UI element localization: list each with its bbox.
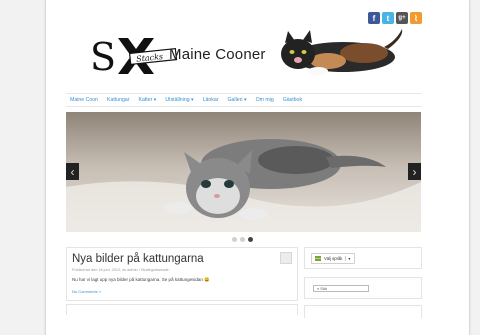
image-slider[interactable]: ‹ › bbox=[66, 112, 421, 232]
slider-kitten-image bbox=[66, 112, 421, 232]
nav-item-utstallning[interactable]: Utställning ▾ bbox=[165, 97, 193, 103]
language-select-label: Välj språk bbox=[324, 256, 343, 261]
rss-icon[interactable]: ⌇ bbox=[410, 12, 422, 24]
nav-item-om-mig[interactable]: Om mig bbox=[256, 97, 274, 103]
chevron-down-icon: ▾ bbox=[345, 256, 351, 261]
twitter-icon[interactable]: t bbox=[382, 12, 394, 24]
page: f t g+ ⌇ S Stacks Maine Cooner Maine Coo… bbox=[45, 0, 470, 335]
facebook-icon[interactable]: f bbox=[368, 12, 380, 24]
next-post-card bbox=[66, 304, 298, 315]
slider-dot-1[interactable] bbox=[232, 237, 237, 242]
language-widget: Välj språk ▾ bbox=[304, 247, 422, 269]
social-icons: f t g+ ⌇ bbox=[368, 12, 422, 24]
svg-text:Stacks: Stacks bbox=[136, 52, 164, 64]
nav-item-maine-coon[interactable]: Maine Coon bbox=[70, 97, 98, 103]
nav-item-lankar[interactable]: Länkar bbox=[203, 97, 219, 103]
post-body: Nu har vi lagt upp nya bilder på kattung… bbox=[72, 277, 210, 282]
main-nav: Maine Coon Kattungar Katter ▾ Utställnin… bbox=[66, 93, 421, 107]
slider-dot-2[interactable] bbox=[240, 237, 245, 242]
search-icon: ⌕ bbox=[317, 286, 320, 291]
post-card: Nya bilder på kattungarna Publicerad den… bbox=[66, 247, 298, 301]
slider-prev-button[interactable]: ‹ bbox=[66, 163, 79, 180]
flag-icon bbox=[315, 256, 321, 261]
slider-dots bbox=[232, 237, 253, 242]
search-input[interactable]: ⌕ Sök bbox=[313, 285, 369, 292]
post-meta: Publicerad den 18 juni, 2012, av admin i… bbox=[72, 268, 170, 272]
search-widget: ⌕ Sök bbox=[304, 277, 422, 299]
slider-dot-3[interactable] bbox=[248, 237, 253, 242]
nav-item-kattungar[interactable]: Kattungar bbox=[107, 97, 130, 103]
svg-text:S: S bbox=[90, 35, 116, 78]
site-title: Maine Cooner bbox=[169, 46, 266, 63]
language-select-button[interactable]: Välj språk ▾ bbox=[311, 253, 355, 264]
slider-next-button[interactable]: › bbox=[408, 163, 421, 180]
comments-link[interactable]: No Comments » bbox=[72, 289, 101, 294]
google-plus-icon[interactable]: g+ bbox=[396, 12, 408, 24]
post-title[interactable]: Nya bilder på kattungarna bbox=[72, 253, 204, 265]
sidebar-widget bbox=[304, 305, 422, 318]
header-cat-image bbox=[281, 29, 403, 75]
nav-item-gastbok[interactable]: Gästbok bbox=[283, 97, 302, 103]
comment-count-icon[interactable] bbox=[280, 252, 292, 264]
site-logo[interactable]: S Stacks bbox=[90, 34, 178, 78]
nav-item-katter[interactable]: Katter ▾ bbox=[138, 97, 156, 103]
nav-item-galleri[interactable]: Galleri ▾ bbox=[228, 97, 247, 103]
search-placeholder: Sök bbox=[320, 286, 328, 291]
